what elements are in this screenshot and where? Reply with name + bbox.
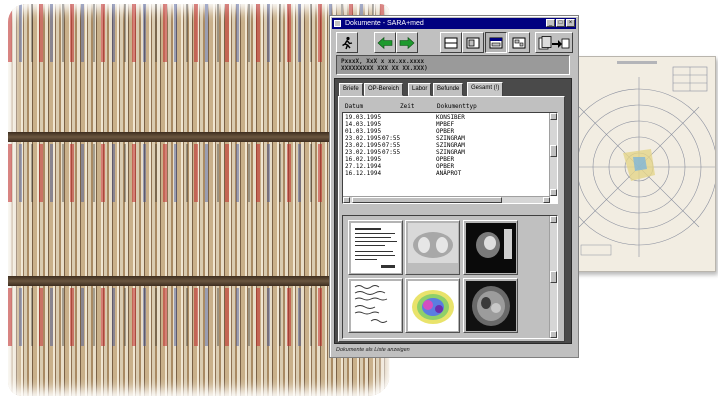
patient-info-panel: PxxxX, XxX x xx.xx.xxxx XXXXXXXXX XXX XX… bbox=[336, 55, 570, 75]
view-tile-button[interactable] bbox=[508, 32, 530, 53]
scroll-thumb[interactable] bbox=[550, 145, 557, 157]
scroll-right-arrow-icon[interactable] bbox=[543, 197, 550, 203]
documents-window[interactable]: Dokumente - SARA+med _ □ × PxxxX, XxX x … bbox=[329, 15, 579, 358]
column-header-time[interactable]: Zeit bbox=[400, 103, 414, 110]
list-row[interactable]: 01.03.1995 OPBER bbox=[343, 128, 543, 135]
list-header: Datum Zeit Dokumenttyp bbox=[342, 103, 557, 112]
ct-scan-thumbnail[interactable] bbox=[463, 220, 518, 275]
scroll-up-arrow-icon[interactable] bbox=[550, 113, 557, 120]
list-row[interactable]: 14.03.1995 MPBEF bbox=[343, 121, 543, 128]
run-button[interactable] bbox=[336, 32, 358, 53]
export-button[interactable] bbox=[535, 32, 573, 53]
list-row[interactable]: 23.02.1995 07:55 SZINGRAM bbox=[343, 135, 543, 142]
maximize-button[interactable]: □ bbox=[556, 19, 565, 27]
list-row[interactable]: 23.02.1995 07:55 SZINGRAM bbox=[343, 142, 543, 149]
view-window-button[interactable] bbox=[485, 32, 507, 53]
back-button[interactable] bbox=[374, 32, 396, 53]
scroll-down-arrow-icon[interactable] bbox=[550, 331, 557, 338]
scroll-thumb[interactable] bbox=[352, 197, 502, 203]
tab-labor[interactable]: Labor bbox=[408, 83, 432, 96]
arrow-right-icon bbox=[399, 36, 415, 49]
list-row[interactable]: 16.02.1995 OPBER bbox=[343, 156, 543, 163]
list-row[interactable]: 19.03.1995 KONSIBER bbox=[343, 114, 543, 121]
thumbnail-grid[interactable] bbox=[342, 215, 558, 339]
document-list[interactable]: 19.03.1995 KONSIBER 14.03.1995 MPBEF 01.03… bbox=[342, 112, 558, 204]
close-button[interactable]: × bbox=[566, 19, 575, 27]
view-split-button[interactable] bbox=[462, 32, 484, 53]
column-header-type[interactable]: Dokumenttyp bbox=[437, 103, 477, 110]
list-vertical-scrollbar[interactable] bbox=[549, 113, 557, 196]
scroll-thumb[interactable] bbox=[550, 271, 557, 283]
column-header-date[interactable]: Datum bbox=[345, 103, 363, 110]
app-icon bbox=[334, 20, 341, 27]
minimize-button[interactable]: _ bbox=[546, 19, 555, 27]
arrow-left-icon bbox=[377, 36, 393, 49]
scroll-up-arrow-icon[interactable] bbox=[550, 216, 557, 223]
export-icon bbox=[538, 35, 570, 49]
tab-op-bereich[interactable]: OP-Bereich bbox=[364, 83, 404, 96]
view-tile-icon bbox=[512, 37, 526, 48]
patient-info-line-1: PxxxX, XxX x xx.xx.xxxx bbox=[341, 58, 425, 65]
view-split-icon bbox=[466, 37, 480, 48]
list-row[interactable]: 16.12.1994 ANÄPROT bbox=[343, 170, 543, 177]
handwritten-document-thumbnail[interactable] bbox=[348, 278, 403, 333]
chart-document-image bbox=[572, 56, 716, 272]
thumbnail-vertical-scrollbar[interactable] bbox=[549, 216, 557, 338]
window-title: Dokumente - SARA+med bbox=[345, 20, 424, 27]
view-window-icon bbox=[489, 37, 503, 48]
list-row[interactable]: 23.02.1995 07:55 SZINGRAM bbox=[343, 149, 543, 156]
status-bar: Dokumente als Liste anzeigen bbox=[336, 347, 410, 353]
tab-gesamt[interactable]: Gesamt (!) bbox=[467, 82, 504, 97]
tab-briefe[interactable]: Briefe bbox=[339, 83, 363, 96]
view-single-icon bbox=[444, 37, 458, 48]
scroll-down-arrow-icon[interactable] bbox=[550, 189, 557, 196]
mri-scan-thumbnail[interactable] bbox=[463, 278, 518, 333]
view-single-button[interactable] bbox=[440, 32, 462, 53]
window-titlebar[interactable]: Dokumente - SARA+med _ □ × bbox=[332, 18, 576, 29]
list-row[interactable]: 27.12.1994 OPBER bbox=[343, 163, 543, 170]
document-scan-thumbnail[interactable] bbox=[348, 220, 403, 275]
list-horizontal-scrollbar[interactable] bbox=[343, 196, 550, 203]
tab-befunde[interactable]: Befunde bbox=[433, 83, 464, 96]
scintigram-thumbnail[interactable] bbox=[405, 278, 460, 333]
scroll-left-arrow-icon[interactable] bbox=[343, 197, 350, 203]
run-icon bbox=[342, 36, 353, 49]
forward-button[interactable] bbox=[396, 32, 418, 53]
patient-info-line-2: XXXXXXXXX XXX XX XX.XXX) bbox=[341, 65, 428, 72]
xray-thumbnail[interactable] bbox=[405, 220, 460, 275]
